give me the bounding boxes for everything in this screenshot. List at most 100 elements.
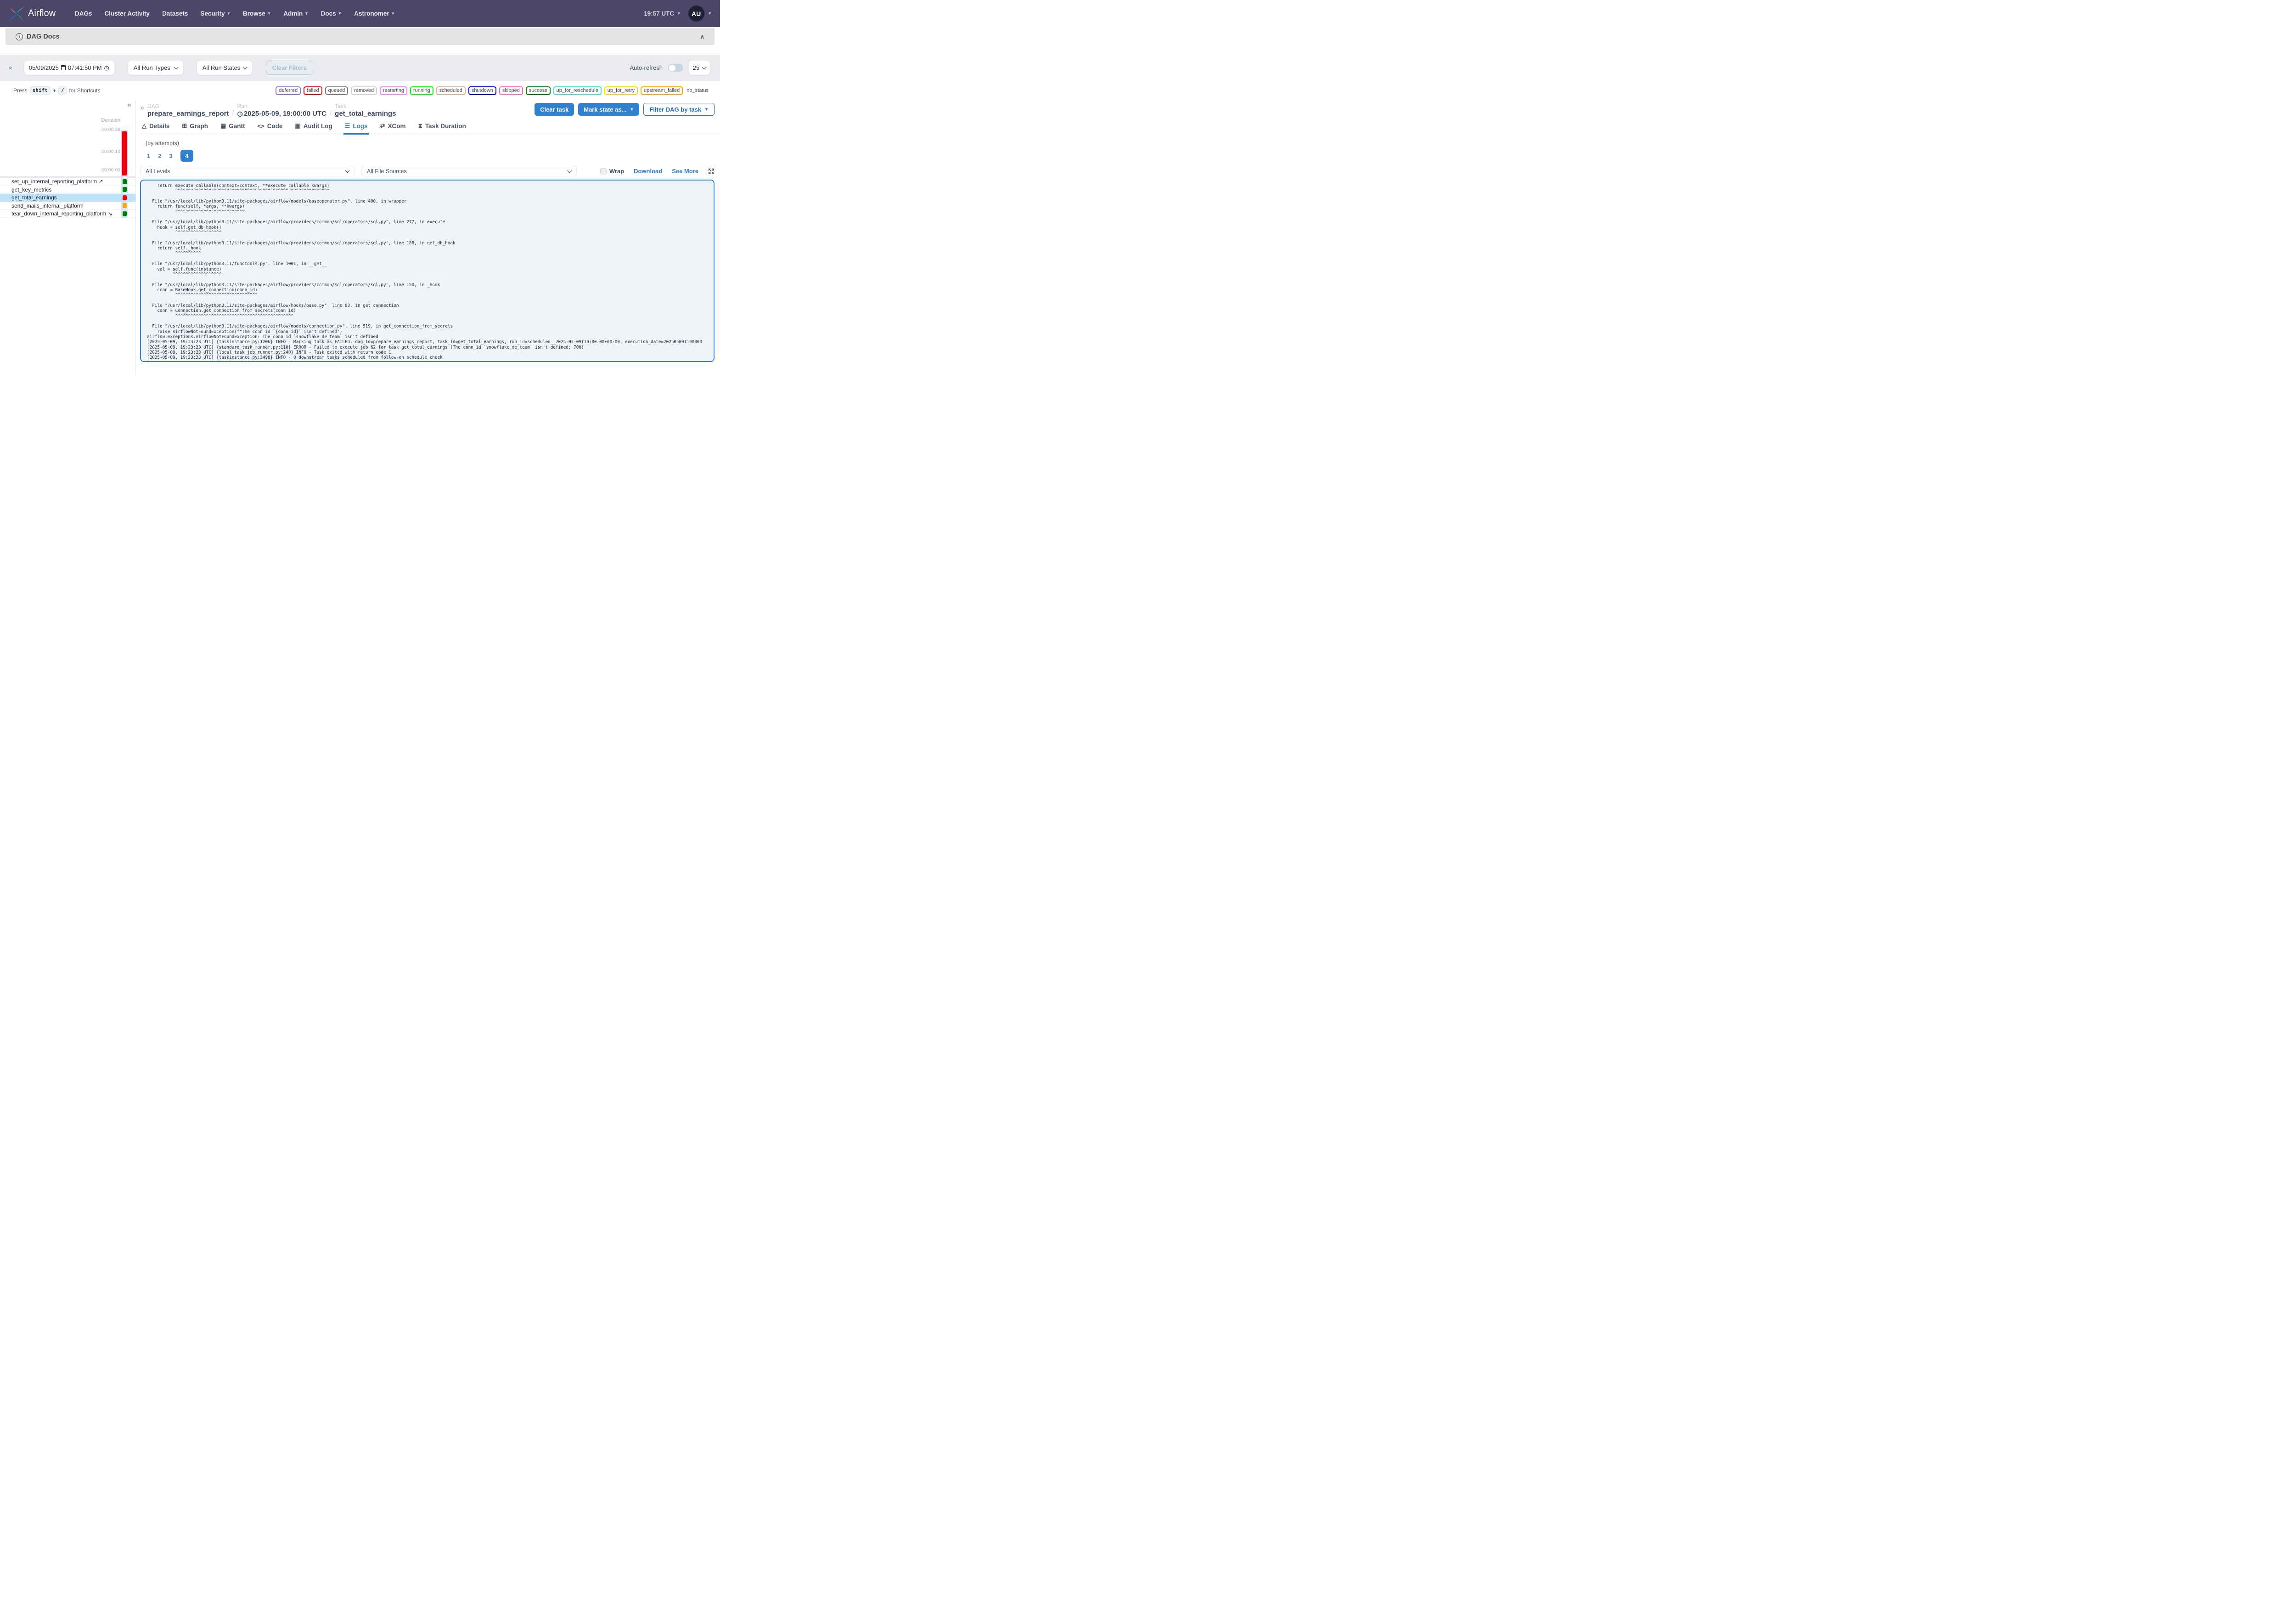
- chevron-down-icon: [174, 65, 178, 69]
- caret-down-icon: ▼: [227, 11, 231, 16]
- caret-down-icon: ▼: [630, 107, 634, 112]
- tab-code[interactable]: <>Code: [258, 122, 283, 134]
- attempt-2[interactable]: 2: [158, 152, 161, 159]
- avatar[interactable]: AU: [688, 6, 704, 22]
- audit-log-icon: ▣: [295, 122, 300, 130]
- task-status-square[interactable]: [123, 203, 127, 208]
- nav-item-browse[interactable]: Browse▼: [243, 10, 271, 17]
- task-row[interactable]: get_key_metrics: [0, 186, 135, 194]
- tab-graph[interactable]: ⊞Graph: [182, 122, 208, 134]
- filter-dag-by-task-button[interactable]: Filter DAG by task▼: [643, 103, 715, 116]
- caret-down-icon: ▼: [338, 11, 342, 16]
- auto-refresh-label: Auto-refresh: [630, 64, 663, 71]
- auto-refresh-toggle[interactable]: [668, 64, 683, 72]
- dag-docs-title: DAG Docs: [27, 33, 60, 40]
- chevron-down-icon: [568, 168, 572, 173]
- tab-logs[interactable]: ☰Logs: [345, 122, 368, 134]
- caret-down-icon: ▼: [708, 11, 712, 16]
- breadcrumb-run-label: Run: [237, 103, 326, 109]
- nav-item-astronomer[interactable]: Astronomer▼: [354, 10, 395, 17]
- expand-panel-icon[interactable]: »: [140, 104, 144, 112]
- slash-key: /: [58, 86, 67, 95]
- run-types-select[interactable]: All Run Types: [128, 61, 183, 75]
- log-levels-select[interactable]: All Levels: [140, 166, 355, 176]
- caret-down-icon: ▼: [391, 11, 395, 16]
- calendar-icon: [61, 65, 66, 70]
- status-badge: up_for_reschedule: [553, 86, 602, 95]
- status-badge: up_for_retry: [604, 86, 638, 95]
- mark-state-button[interactable]: Mark state as...▼: [578, 103, 639, 116]
- run-states-select[interactable]: All Run States: [197, 61, 252, 75]
- status-badge: restarting: [380, 86, 407, 95]
- task-status-square[interactable]: [123, 211, 127, 216]
- breadcrumb-task-value[interactable]: get_total_earnings: [335, 110, 396, 118]
- nav-item-admin[interactable]: Admin▼: [283, 10, 308, 17]
- graph-icon: ⊞: [182, 122, 187, 130]
- info-icon: i: [16, 33, 23, 40]
- tab-task-duration[interactable]: ⧗Task Duration: [418, 122, 466, 134]
- detail-tabs: △Details ⊞Graph ▤Gantt <>Code ▣Audit Log…: [140, 122, 720, 134]
- clear-task-button[interactable]: Clear task: [535, 103, 574, 116]
- wrap-toggle[interactable]: Wrap: [600, 168, 624, 175]
- see-more-link[interactable]: See More: [672, 168, 698, 175]
- run-duration-column[interactable]: [121, 130, 128, 176]
- task-row[interactable]: send_mails_internal_platform: [0, 202, 135, 210]
- attempt-1[interactable]: 1: [147, 152, 150, 159]
- status-badge: upstream_failed: [641, 86, 683, 95]
- task-list: set_up_internal_reporting_platform ↗ get…: [0, 178, 135, 218]
- attempt-4-active[interactable]: 4: [180, 150, 193, 162]
- status-badge: scheduled: [436, 86, 466, 95]
- brand-name: Airflow: [28, 8, 56, 19]
- log-group-end-link[interactable]: ▲▲▲ Log group end: [296, 361, 340, 362]
- logs-icon: ☰: [345, 122, 350, 130]
- external-link-arrow-icon: ↗: [98, 178, 103, 185]
- run-duration-bar[interactable]: [122, 131, 127, 175]
- fullscreen-icon[interactable]: [708, 168, 715, 175]
- filter-bar: « 05/09/2025 07:41:50 PM ◷ All Run Types…: [0, 55, 720, 81]
- timezone-dropdown[interactable]: 19:57 UTC▼: [644, 10, 681, 17]
- breadcrumb-dag-label: DAG: [147, 103, 229, 109]
- attempt-3[interactable]: 3: [169, 152, 172, 159]
- breadcrumb-run-value[interactable]: ◷ 2025-05-09, 19:00:00 UTC: [237, 110, 326, 118]
- download-link[interactable]: Download: [634, 168, 662, 175]
- nav-item-dags[interactable]: DAGs: [75, 10, 92, 17]
- status-badge: queued: [325, 86, 349, 95]
- tab-xcom[interactable]: ⇄XCom: [380, 122, 406, 134]
- collapse-filters-icon[interactable]: «: [7, 66, 15, 70]
- tab-gantt[interactable]: ▤Gantt: [220, 122, 245, 134]
- nav-item-docs[interactable]: Docs▼: [321, 10, 342, 17]
- shortcuts-hint: Press shift + / for Shortcuts: [13, 86, 100, 95]
- top-navbar: Airflow DAGs Cluster Activity Datasets S…: [0, 0, 720, 27]
- clear-filters-button[interactable]: Clear Filters: [266, 61, 313, 75]
- wrap-checkbox[interactable]: [600, 168, 607, 175]
- base-date-input[interactable]: 05/09/2025 07:41:50 PM ◷: [24, 61, 114, 75]
- nav-item-cluster-activity[interactable]: Cluster Activity: [105, 10, 150, 17]
- duration-tick: 00:00:14: [101, 149, 120, 154]
- task-row[interactable]: set_up_internal_reporting_platform ↗: [0, 178, 135, 186]
- task-row[interactable]: tear_down_internal_reporting_platform ↘: [0, 210, 135, 218]
- legend-row: Press shift + / for Shortcuts deferred f…: [0, 81, 720, 100]
- date-value: 05/09/2025: [29, 64, 59, 71]
- tab-details[interactable]: △Details: [142, 122, 169, 134]
- log-text: return execute_callable(context=context,…: [147, 183, 714, 361]
- breadcrumb-dag-value[interactable]: prepare_earnings_report: [147, 110, 229, 118]
- attempt-selector: 1 2 3 4: [147, 150, 720, 162]
- task-status-square[interactable]: [123, 179, 127, 184]
- details-icon: △: [142, 122, 146, 130]
- page-size-select[interactable]: 25: [689, 61, 710, 75]
- status-badge: running: [410, 86, 433, 95]
- file-sources-select[interactable]: All File Sources: [361, 166, 577, 176]
- user-menu[interactable]: AU ▼: [688, 6, 712, 22]
- chevron-down-icon: [702, 65, 707, 69]
- task-status-square[interactable]: [123, 187, 127, 192]
- task-row-selected[interactable]: get_total_earnings: [0, 194, 135, 202]
- nav-item-datasets[interactable]: Datasets: [162, 10, 188, 17]
- airflow-brand[interactable]: Airflow: [8, 6, 56, 22]
- collapse-panel-icon[interactable]: «: [127, 101, 131, 109]
- tab-audit-log[interactable]: ▣Audit Log: [295, 122, 332, 134]
- nav-item-security[interactable]: Security▼: [200, 10, 231, 17]
- task-status-square[interactable]: [123, 195, 127, 200]
- task-duration-icon: ⧗: [418, 122, 422, 130]
- dag-docs-bar[interactable]: i DAG Docs ∧: [6, 28, 715, 45]
- collapse-chevron-icon[interactable]: ∧: [700, 33, 704, 40]
